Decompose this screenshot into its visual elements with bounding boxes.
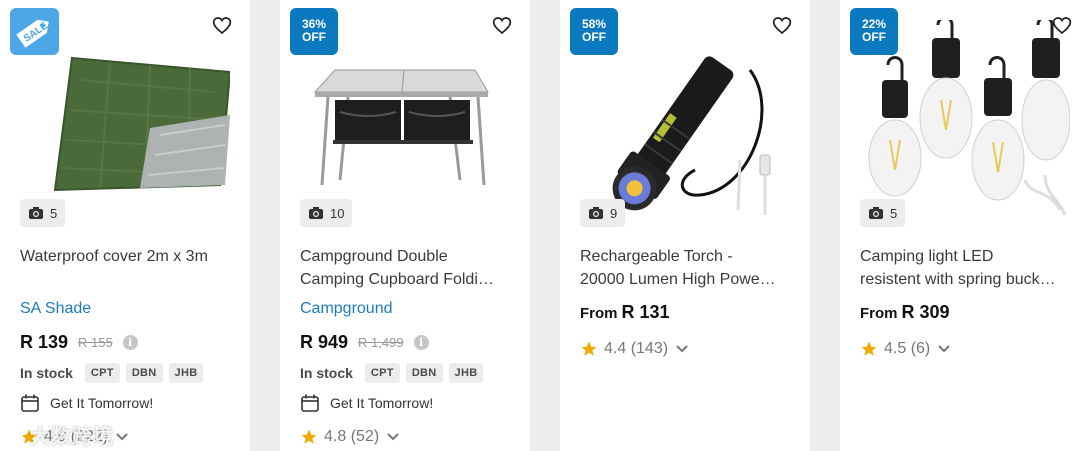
photo-count-chip[interactable]: 5: [860, 199, 906, 227]
product-title-line: 20000 Lumen High Powe…: [580, 271, 776, 288]
camera-icon: [869, 207, 883, 219]
watermark: 大数跨境: [6, 420, 114, 449]
product-title[interactable]: Campground Double Camping Cupboard Foldi…: [300, 245, 515, 291]
delivery-row: Get It Tomorrow!: [300, 393, 433, 413]
current-price: R 309: [901, 302, 950, 322]
product-title-line: Camping light LED: [860, 248, 994, 265]
price-row: R 139 R 155 i: [20, 332, 138, 353]
product-card[interactable]: 58% OFF 9 Rechargeable Torch - 20000 Lum…: [560, 0, 810, 451]
delivery-row: Get It Tomorrow!: [20, 393, 153, 413]
product-grid-row: SALE 5 Waterproof cover 2m x 3m SA Shade…: [0, 0, 1080, 451]
star-icon: [301, 429, 317, 444]
rating-text: 4.8 (52): [324, 428, 380, 445]
product-image-torch[interactable]: [580, 20, 790, 220]
chevron-down-icon: [116, 433, 128, 441]
product-title-line: Waterproof cover 2m x 3m: [20, 248, 208, 265]
warehouse-chip: JHB: [168, 363, 204, 383]
product-title[interactable]: Waterproof cover 2m x 3m: [20, 245, 235, 268]
warehouse-chip: CPT: [364, 363, 400, 383]
delivery-text: Get It Tomorrow!: [330, 395, 434, 411]
warehouse-chip: CPT: [84, 363, 120, 383]
current-price: R 131: [621, 302, 670, 322]
product-image-camping-cupboard[interactable]: [300, 20, 510, 220]
stock-row: In stock CPT DBN JHB: [20, 363, 204, 383]
calendar-icon: [21, 394, 39, 412]
info-icon[interactable]: i: [413, 335, 429, 350]
info-icon[interactable]: i: [122, 335, 138, 350]
rating-text: 4.4 (143): [604, 340, 669, 357]
list-price: R 1,499: [358, 335, 404, 350]
camera-icon: [309, 207, 323, 219]
from-label: From: [860, 305, 898, 322]
chevron-down-icon: [387, 433, 399, 441]
photo-count: 5: [50, 205, 58, 221]
stock-row: In stock CPT DBN JHB: [300, 363, 484, 383]
camera-icon: [29, 207, 43, 219]
product-card[interactable]: 22% OFF 5 Camping light LED resistent wi…: [840, 0, 1080, 451]
photo-count: 5: [890, 205, 898, 221]
photo-count: 10: [330, 205, 345, 221]
brand-link[interactable]: SA Shade: [20, 300, 91, 318]
warehouse-chip: DBN: [125, 363, 163, 383]
calendar-icon: [301, 394, 319, 412]
price-row: From R 309: [860, 302, 950, 323]
photo-count-chip[interactable]: 9: [580, 199, 626, 227]
photo-count-chip[interactable]: 10: [300, 199, 353, 227]
price-row: From R 131: [580, 302, 670, 323]
rating-row[interactable]: 4.5 (6): [860, 340, 952, 358]
product-title-line: Camping Cupboard Foldi…: [300, 271, 494, 288]
photo-count: 9: [610, 205, 618, 221]
chevron-down-icon: [938, 345, 950, 353]
from-label: From: [580, 305, 618, 322]
delivery-text: Get It Tomorrow!: [50, 395, 154, 411]
camera-icon: [589, 207, 603, 219]
product-title-line: Rechargeable Torch -: [580, 248, 733, 265]
photo-count-chip[interactable]: 5: [20, 199, 66, 227]
rating-text: 4.5 (6): [884, 340, 931, 357]
warehouse-chip: DBN: [405, 363, 443, 383]
rating-row[interactable]: 4.8 (52): [300, 428, 401, 446]
watermark-logo-icon: [7, 426, 23, 443]
current-price: R 139: [20, 332, 69, 352]
star-icon: [861, 341, 877, 356]
product-image-tarp[interactable]: [20, 20, 230, 220]
warehouse-chip: JHB: [448, 363, 484, 383]
product-title[interactable]: Rechargeable Torch - 20000 Lumen High Po…: [580, 245, 795, 291]
rating-row[interactable]: 4.4 (143): [580, 340, 690, 358]
product-card[interactable]: 36% OFF 10 Campground Double Camping Cup…: [280, 0, 530, 451]
chevron-down-icon: [676, 345, 688, 353]
price-row: R 949 R 1,499 i: [300, 332, 429, 353]
product-title-line: Campground Double: [300, 248, 448, 265]
stock-label: In stock: [20, 365, 73, 381]
brand-link[interactable]: Campground: [300, 300, 393, 318]
current-price: R 949: [300, 332, 349, 352]
product-image-led-bulbs[interactable]: [860, 20, 1070, 220]
star-icon: [581, 341, 597, 356]
watermark-text: 大数跨境: [30, 426, 114, 448]
product-card[interactable]: SALE 5 Waterproof cover 2m x 3m SA Shade…: [0, 0, 250, 451]
product-title-line: resistent with spring buck…: [860, 271, 1056, 288]
stock-label: In stock: [300, 365, 353, 381]
product-title[interactable]: Camping light LED resistent with spring …: [860, 245, 1075, 291]
list-price: R 155: [78, 335, 113, 350]
